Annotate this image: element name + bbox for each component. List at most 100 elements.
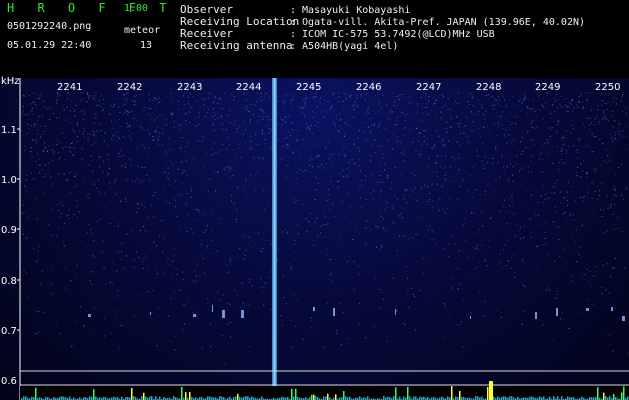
noise-dot <box>453 94 455 96</box>
noise-dot <box>169 149 171 151</box>
noise-dot <box>380 190 382 192</box>
noise-dot <box>234 96 235 98</box>
noise-dot <box>38 245 40 247</box>
meteor-echo <box>470 316 471 319</box>
meter-bar <box>493 396 495 400</box>
noise-dot <box>92 130 94 132</box>
noise-dot <box>227 323 229 325</box>
noise-dot <box>148 178 150 180</box>
noise-dot <box>118 119 120 121</box>
noise-dot <box>166 95 167 97</box>
noise-dot <box>156 131 158 133</box>
noise-dot <box>445 172 447 174</box>
noise-dot <box>294 325 296 327</box>
noise-dot <box>76 205 78 207</box>
noise-dot <box>215 196 217 198</box>
noise-dot <box>445 305 446 307</box>
noise-dot <box>397 95 399 97</box>
noise-dot <box>509 198 511 200</box>
noise-dot <box>443 145 444 146</box>
noise-dot <box>144 147 146 149</box>
noise-dot <box>431 239 433 240</box>
noise-dot <box>38 331 40 333</box>
noise-dot <box>359 197 361 199</box>
noise-dot <box>421 106 423 108</box>
noise-dot <box>329 279 331 281</box>
noise-dot <box>236 128 238 129</box>
noise-dot <box>42 169 43 171</box>
noise-dot <box>214 97 216 99</box>
noise-dot <box>581 277 583 279</box>
noise-dot <box>349 206 351 208</box>
noise-dot <box>409 95 411 97</box>
noise-dot <box>601 138 603 140</box>
noise-dot <box>585 176 587 178</box>
noise-dot <box>483 315 485 317</box>
noise-dot <box>53 275 55 277</box>
noise-dot <box>104 317 106 319</box>
noise-dot <box>338 96 340 98</box>
noise-dot <box>617 130 619 132</box>
noise-dot <box>419 132 421 134</box>
noise-dot <box>496 100 498 102</box>
noise-dot <box>576 149 578 151</box>
noise-dot <box>127 126 129 128</box>
noise-dot <box>421 144 423 146</box>
noise-dot <box>72 128 74 130</box>
noise-dot <box>285 303 287 305</box>
noise-dot <box>201 239 203 241</box>
noise-dot <box>529 185 531 187</box>
noise-dot <box>184 113 186 115</box>
noise-dot <box>310 319 312 321</box>
noise-dot <box>598 190 600 192</box>
noise-dot <box>210 209 212 211</box>
noise-dot <box>253 104 255 105</box>
noise-dot <box>407 290 409 292</box>
noise-dot <box>172 112 174 114</box>
noise-dot <box>79 100 81 102</box>
noise-dot <box>404 324 406 326</box>
noise-dot <box>531 122 532 124</box>
noise-dot <box>148 113 150 115</box>
noise-dot <box>313 244 315 246</box>
noise-dot <box>74 174 76 175</box>
noise-dot <box>422 121 424 123</box>
noise-dot <box>277 124 279 126</box>
noise-dot <box>266 204 268 206</box>
noise-dot <box>568 146 570 148</box>
noise-dot <box>42 149 44 151</box>
noise-dot <box>207 191 209 193</box>
noise-dot <box>377 226 379 228</box>
noise-dot <box>340 172 341 174</box>
noise-dot <box>217 172 218 174</box>
noise-dot <box>375 182 377 183</box>
noise-dot <box>212 229 214 231</box>
noise-dot <box>169 202 170 204</box>
noise-dot <box>429 198 431 200</box>
noise-dot <box>315 189 317 191</box>
noise-dot <box>378 171 380 173</box>
noise-dot <box>323 117 325 118</box>
meteor-echo <box>622 316 625 321</box>
noise-dot <box>41 154 43 156</box>
noise-dot <box>118 222 120 224</box>
noise-dot <box>411 172 413 174</box>
noise-dot <box>577 157 579 159</box>
noise-dot <box>587 185 589 187</box>
noise-dot <box>195 125 197 127</box>
noise-dot <box>245 106 247 108</box>
noise-dot <box>285 176 287 178</box>
noise-dot <box>379 210 381 212</box>
noise-dot <box>622 231 624 233</box>
noise-dot <box>27 123 29 125</box>
noise-dot <box>436 155 438 157</box>
noise-dot <box>580 163 581 165</box>
noise-dot <box>147 129 149 131</box>
noise-dot <box>393 92 395 94</box>
noise-dot <box>214 114 216 116</box>
noise-dot <box>299 169 301 171</box>
noise-dot <box>52 113 54 115</box>
noise-dot <box>284 100 286 102</box>
noise-dot <box>477 155 479 157</box>
noise-dot <box>386 340 388 342</box>
